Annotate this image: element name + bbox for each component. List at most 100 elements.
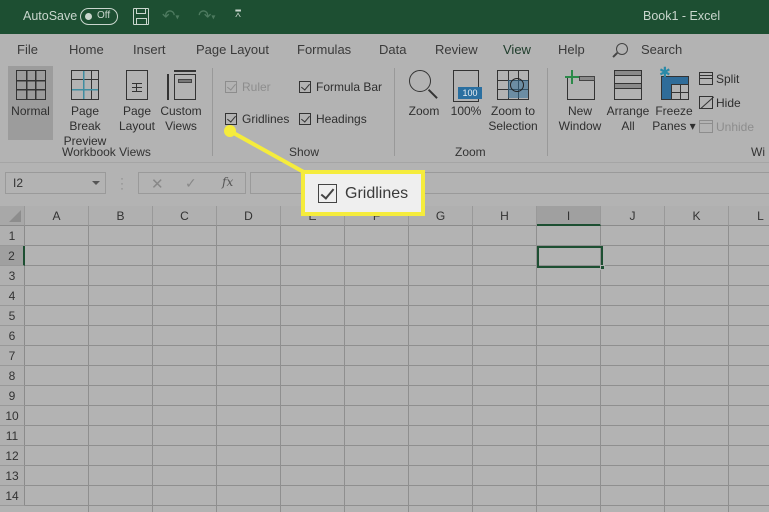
headings-checkbox[interactable]: Headings — [299, 112, 367, 126]
formula-buttons: ✕ ✓ fx — [138, 172, 246, 194]
drag-handle-icon[interactable]: · · · — [120, 172, 124, 194]
row-header-2[interactable]: 2 — [0, 246, 25, 266]
zoom-to-selection-button[interactable]: Zoom to Selection — [486, 70, 540, 134]
checkbox-check-icon — [299, 113, 311, 125]
button-label: Split — [716, 72, 740, 86]
column-header-h[interactable]: H — [473, 206, 537, 226]
column-header-d[interactable]: D — [217, 206, 281, 226]
row-header-5[interactable]: 5 — [0, 306, 25, 326]
insert-function-icon[interactable]: fx — [222, 175, 233, 189]
zoom-100-button[interactable]: 100 100% — [448, 70, 484, 119]
custom-views-button[interactable]: Custom Views — [158, 70, 204, 134]
gridlines-callout: Gridlines — [301, 170, 425, 216]
tab-review[interactable]: Review — [435, 42, 478, 57]
tab-view[interactable]: View — [503, 42, 531, 65]
formula-bar-checkbox[interactable]: Formula Bar — [299, 80, 382, 94]
column-header-i[interactable]: I — [537, 206, 601, 226]
normal-view-button[interactable]: Normal — [8, 66, 53, 140]
tab-help[interactable]: Help — [558, 42, 585, 57]
tab-data[interactable]: Data — [379, 42, 406, 57]
column-header-c[interactable]: C — [153, 206, 217, 226]
enter-icon[interactable]: ✓ — [185, 175, 197, 192]
search-icon[interactable] — [616, 43, 628, 55]
column-header-b[interactable]: B — [89, 206, 153, 226]
zoom-icon — [409, 70, 439, 100]
button-label-line1: New — [567, 104, 592, 118]
cell-area[interactable] — [25, 226, 769, 512]
arrange-all-button[interactable]: Arrange All — [605, 70, 651, 134]
row-header-13[interactable]: 13 — [0, 466, 25, 486]
button-label-line2: Views — [165, 119, 197, 133]
tab-home[interactable]: Home — [69, 42, 104, 57]
undo-icon[interactable]: ↶▾ — [162, 6, 179, 26]
button-label-line1: Page — [122, 104, 152, 118]
button-label-line2: Layout — [118, 119, 156, 133]
callout-label: Gridlines — [345, 185, 409, 202]
tab-insert[interactable]: Insert — [133, 42, 166, 57]
save-icon[interactable] — [133, 8, 149, 25]
worksheet-grid: ABCDEFGHIJKL 1 2 3 4 5 6 7 8 9 10 11 12 13 14 — [0, 206, 769, 512]
button-label: Zoom — [408, 104, 440, 118]
freeze-panes-button[interactable]: ✱ Freeze Panes ▾ — [652, 65, 696, 134]
cancel-icon[interactable]: ✕ — [151, 175, 164, 193]
freeze-panes-icon: ✱ — [659, 65, 689, 100]
zoom-100-badge: 100 — [458, 87, 482, 99]
button-label-line2: Window — [558, 119, 602, 133]
title-bar: AutoSave Off ↶▾ ↷▾ ⩞ Book1 - Excel — [0, 0, 769, 34]
chevron-down-icon[interactable] — [92, 181, 100, 185]
active-cell[interactable] — [537, 246, 605, 270]
row-header-11[interactable]: 11 — [0, 426, 25, 446]
tab-formulas[interactable]: Formulas — [297, 42, 351, 57]
search-box[interactable]: Search — [641, 42, 682, 57]
autosave-state: Off — [97, 10, 111, 21]
column-header-l[interactable]: L — [729, 206, 769, 226]
button-label-line1: Freeze — [655, 104, 693, 118]
group-label-show: Show — [289, 145, 320, 159]
button-label-line2: Panes ▾ — [652, 119, 696, 133]
column-header-a[interactable]: A — [25, 206, 89, 226]
group-label-zoom: Zoom — [455, 145, 486, 159]
row-header-6[interactable]: 6 — [0, 326, 25, 346]
ribbon: Normal Page Break Preview Page Layout Cu… — [0, 62, 769, 162]
page-layout-button[interactable]: Page Layout — [117, 70, 157, 134]
row-header-4[interactable]: 4 — [0, 286, 25, 306]
column-header-j[interactable]: J — [601, 206, 665, 226]
hide-button[interactable]: Hide — [699, 96, 741, 110]
button-label-line1: Page Break — [69, 104, 101, 133]
tab-page-layout[interactable]: Page Layout — [196, 42, 269, 57]
page-layout-icon — [126, 70, 148, 100]
page-break-preview-button[interactable]: Page Break Preview — [54, 70, 116, 149]
row-header-1[interactable]: 1 — [0, 226, 25, 246]
gridlines-checkbox[interactable]: Gridlines — [225, 112, 289, 126]
name-box-value: I2 — [13, 176, 24, 190]
ruler-checkbox[interactable]: Ruler — [225, 80, 271, 94]
new-window-button[interactable]: New Window — [556, 70, 604, 134]
column-header-k[interactable]: K — [665, 206, 729, 226]
customize-qat-icon[interactable]: ⩞ — [235, 9, 241, 20]
group-label-workbook-views: Workbook Views — [62, 145, 151, 159]
zoom-to-selection-icon — [497, 70, 529, 100]
unhide-button[interactable]: Unhide — [699, 120, 754, 134]
fill-handle[interactable] — [600, 265, 605, 270]
row-header-8[interactable]: 8 — [0, 366, 25, 386]
row-header-10[interactable]: 10 — [0, 406, 25, 426]
checkbox-check-icon — [225, 113, 237, 125]
select-all-button[interactable] — [0, 206, 25, 226]
row-header-3[interactable]: 3 — [0, 266, 25, 286]
row-header-12[interactable]: 12 — [0, 446, 25, 466]
split-button[interactable]: Split — [699, 72, 739, 86]
row-header-14[interactable]: 14 — [0, 486, 25, 506]
zoom-button[interactable]: Zoom — [404, 70, 444, 119]
unhide-icon — [699, 120, 713, 133]
button-label: Hide — [716, 96, 741, 110]
name-box[interactable]: I2 — [5, 172, 106, 194]
document-title: Book1 - Excel — [643, 9, 721, 23]
row-header-9[interactable]: 9 — [0, 386, 25, 406]
tab-file[interactable]: File — [17, 42, 38, 57]
excel-window: AutoSave Off ↶▾ ↷▾ ⩞ Book1 - Excel File … — [0, 0, 769, 512]
row-header-7[interactable]: 7 — [0, 346, 25, 366]
checkbox-check-icon — [318, 184, 337, 203]
redo-icon[interactable]: ↷▾ — [198, 6, 215, 26]
checkbox-label: Ruler — [242, 80, 271, 94]
autosave-toggle[interactable]: Off — [80, 8, 118, 25]
